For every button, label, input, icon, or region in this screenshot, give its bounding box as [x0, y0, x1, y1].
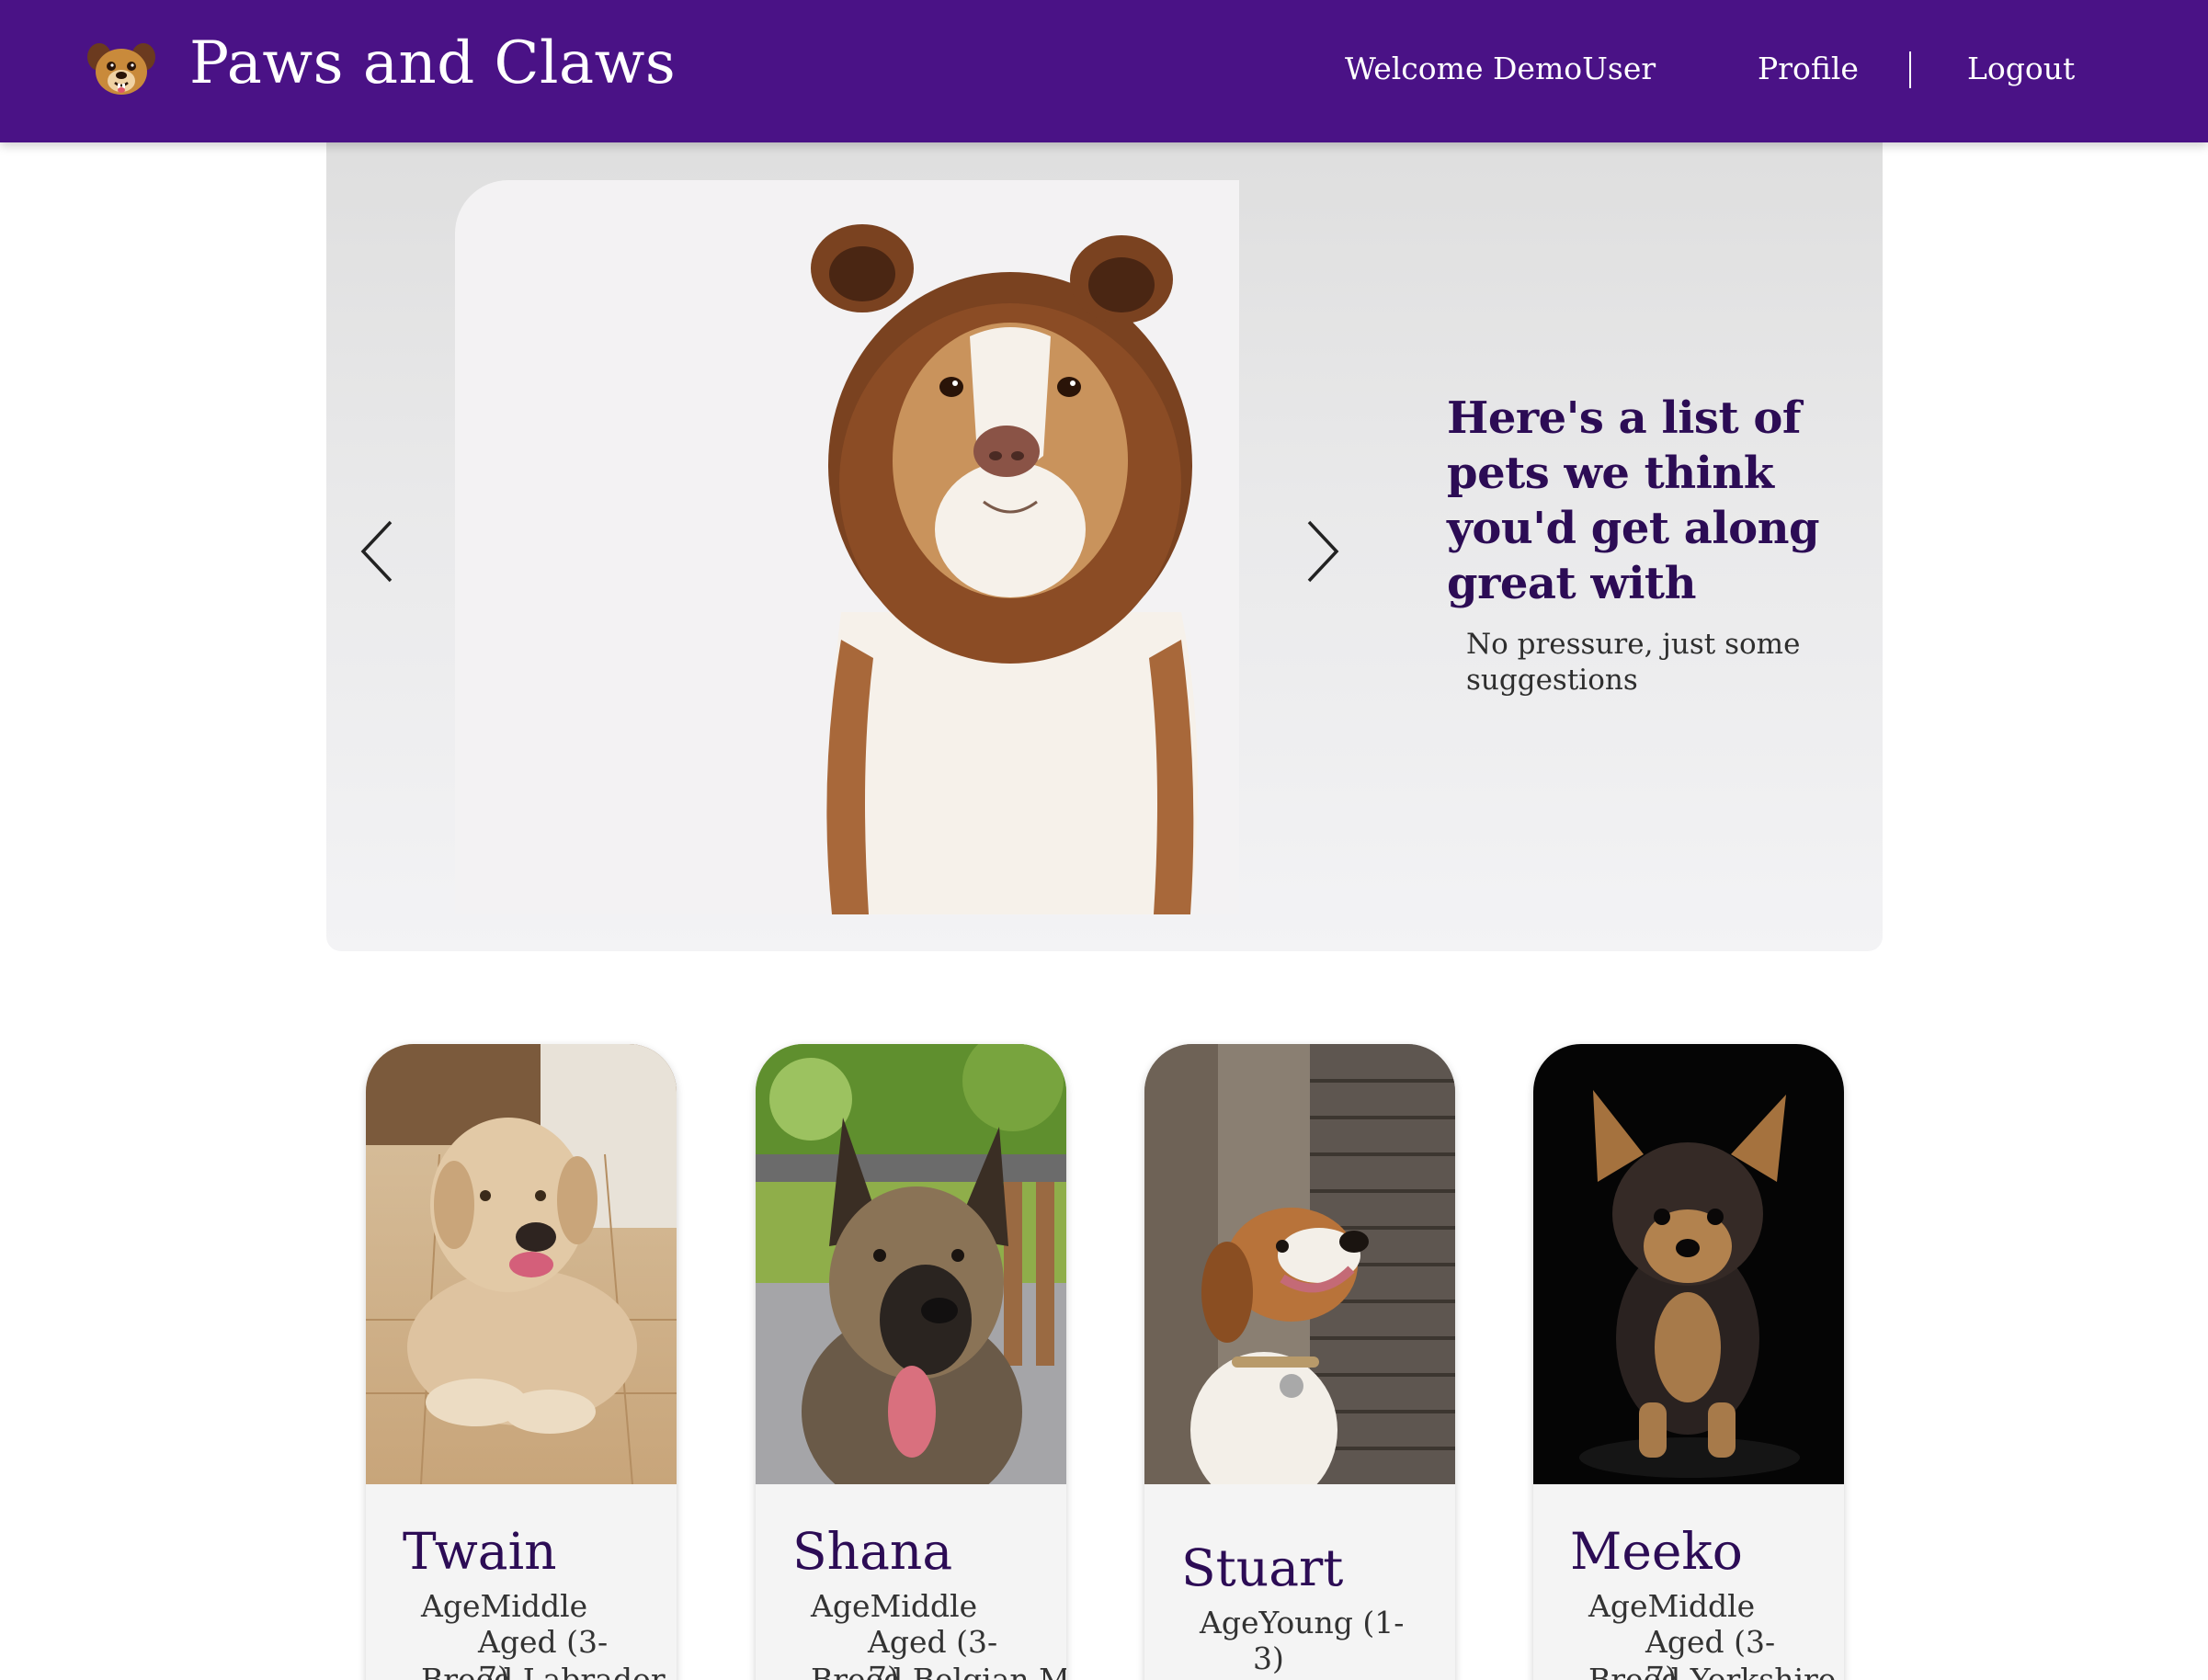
- pet-card-shana[interactable]: Shana AgeMiddle Aged (3-7) Breed Belgian…: [756, 1044, 1066, 1680]
- pet-age-prefix: Age: [1588, 1588, 1648, 1624]
- pet-age-value-line1: Middle: [1647, 1588, 1756, 1624]
- pet-age-value-line1: Middle: [480, 1588, 588, 1624]
- carousel-next-arrow-icon[interactable]: [1300, 516, 1344, 586]
- pet-photo-twain: [366, 1044, 677, 1484]
- pet-card-twain[interactable]: Twain AgeMiddle Aged (3-7) Breed Labrado…: [366, 1044, 677, 1680]
- dog-face-logo-icon[interactable]: [85, 40, 158, 97]
- pet-name: Shana: [792, 1522, 953, 1581]
- hero-heading: Here's a list of pets we think you'd get…: [1447, 392, 1820, 609]
- pet-age-prefix: Age: [811, 1588, 871, 1624]
- navbar: Paws and Claws Welcome DemoUser Profile …: [0, 0, 2208, 142]
- pet-age-prefix: Age: [421, 1588, 481, 1624]
- hero-carousel: Here's a list of pets we think you'd get…: [326, 129, 1883, 951]
- pet-age-value-line2: 3): [1253, 1640, 1284, 1676]
- pet-photo-shana: [756, 1044, 1066, 1484]
- pet-card-stuart[interactable]: Stuart AgeYoung (1- 3): [1144, 1044, 1455, 1680]
- carousel-prev-arrow-icon[interactable]: [356, 516, 400, 586]
- pet-name: Stuart: [1181, 1538, 1344, 1597]
- pet-age-value-line1: Young (1-: [1258, 1605, 1405, 1640]
- hero-dog-photo: [455, 180, 1239, 914]
- brand-name[interactable]: Paws and Claws: [189, 29, 676, 97]
- logout-link[interactable]: Logout: [1967, 51, 2075, 86]
- pet-name: Twain: [403, 1522, 557, 1581]
- pet-breed: Breed Yorkshire: [1588, 1662, 1837, 1680]
- profile-link[interactable]: Profile: [1758, 51, 1859, 86]
- pet-name: Meeko: [1570, 1522, 1743, 1581]
- pet-card-meeko[interactable]: Meeko AgeMiddle Aged (3-7) Breed Yorkshi…: [1533, 1044, 1844, 1680]
- pet-photo-stuart: [1144, 1044, 1455, 1484]
- pet-breed: Breed Labrador: [421, 1662, 666, 1680]
- welcome-message: Welcome DemoUser: [1345, 51, 1656, 86]
- pet-breed: Breed Belgian Malinois: [811, 1662, 1066, 1680]
- hero-subheading: No pressure, just some suggestions: [1466, 628, 1801, 697]
- pet-age-prefix: Age: [1200, 1605, 1259, 1640]
- pet-age: AgeYoung (1- 3): [1200, 1605, 1411, 1676]
- pet-age-value-line1: Middle: [870, 1588, 978, 1624]
- pet-photo-meeko: [1533, 1044, 1844, 1484]
- nav-divider: [1909, 51, 1911, 88]
